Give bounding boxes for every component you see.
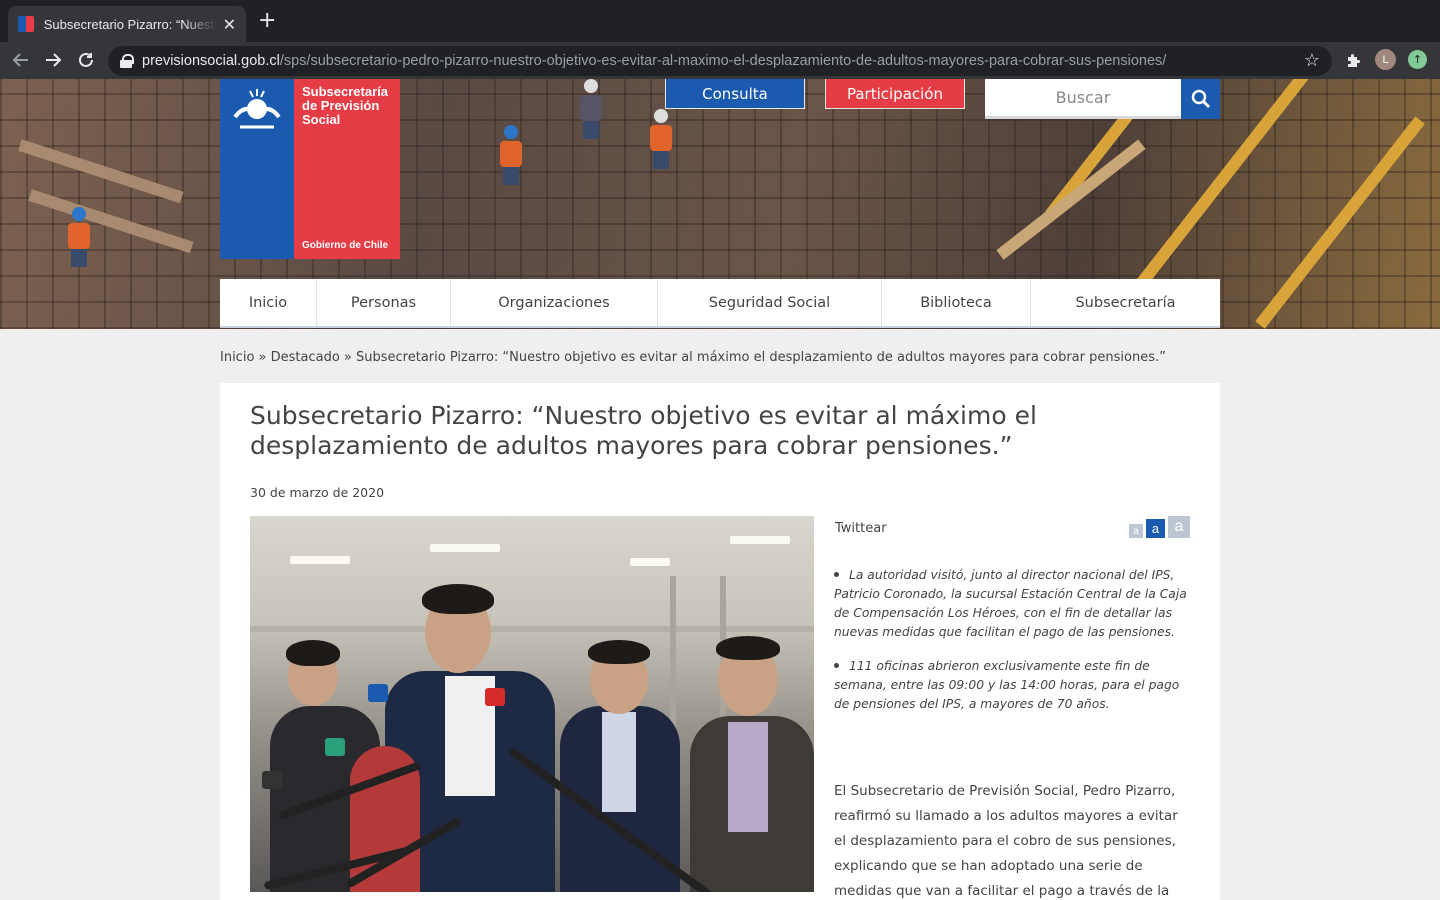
breadcrumb-section[interactable]: Destacado <box>271 350 340 365</box>
article-highlights: La autoridad visitó, junto al director n… <box>834 566 1190 729</box>
site-logo[interactable]: Subsecretaría de Previsión Social Gobier… <box>220 79 400 259</box>
article: Subsecretario Pizarro: “Nuestro objetivo… <box>220 383 1220 900</box>
logo-footer: Gobierno de Chile <box>302 240 389 251</box>
profile-avatar[interactable]: L <box>1375 49 1396 70</box>
new-tab-icon[interactable]: + <box>258 10 276 32</box>
back-icon[interactable] <box>8 47 34 73</box>
article-body: El Subsecretario de Previsión Social, Pe… <box>834 783 1178 899</box>
list-item: La autoridad visitó, junto al director n… <box>834 566 1190 642</box>
article-date: 30 de marzo de 2020 <box>250 485 385 500</box>
highlight-text: 111 oficinas abrieron exclusivamente est… <box>834 659 1180 711</box>
twittear-link[interactable]: Twittear <box>835 521 887 536</box>
address-bar[interactable]: previsionsocial.gob.cl/sps/subsecretario… <box>108 46 1332 76</box>
font-size-large-button[interactable]: a <box>1168 516 1190 538</box>
reload-icon[interactable] <box>73 47 99 73</box>
tab-title: Subsecretario Pizarro: “Nuestro objetivo… <box>43 16 217 32</box>
font-size-medium-button[interactable]: a <box>1146 519 1165 538</box>
nav-item-subsecretaria[interactable]: Subsecretaría <box>1031 279 1220 326</box>
breadcrumb-home[interactable]: Inicio <box>220 350 254 365</box>
article-photo <box>250 516 814 892</box>
breadcrumb-separator: » <box>339 350 357 365</box>
update-icon[interactable]: ↑ <box>1408 50 1427 69</box>
logo-title-line1: Subsecretaría <box>302 84 388 99</box>
main-nav: Inicio Personas Organizaciones Seguridad… <box>220 279 1220 328</box>
nav-item-organizaciones[interactable]: Organizaciones <box>451 279 658 326</box>
logo-title-line3: Social <box>302 112 341 127</box>
nav-item-biblioteca[interactable]: Biblioteca <box>882 279 1031 326</box>
browser-tab-bar: Subsecretario Pizarro: “Nuestro objetivo… <box>0 0 1440 42</box>
search-button[interactable] <box>1181 79 1220 119</box>
font-size-small-button[interactable]: a <box>1129 524 1143 538</box>
lock-icon <box>120 54 134 68</box>
extensions-icon[interactable] <box>1343 51 1363 71</box>
bookmark-star-icon[interactable]: ☆ <box>1304 50 1320 71</box>
close-tab-icon[interactable]: ✕ <box>223 15 236 34</box>
logo-title-line2: de Previsión <box>302 98 380 113</box>
breadcrumb: Inicio » Destacado » Subsecretario Pizar… <box>220 350 1166 365</box>
list-item: 111 oficinas abrieron exclusivamente est… <box>834 657 1190 714</box>
breadcrumb-current: Subsecretario Pizarro: “Nuestro objetivo… <box>356 350 1166 365</box>
forward-icon[interactable] <box>40 47 66 73</box>
browser-toolbar: previsionsocial.gob.cl/sps/subsecretario… <box>0 42 1440 79</box>
browser-tab[interactable]: Subsecretario Pizarro: “Nuestro objetivo… <box>8 6 246 42</box>
search-input[interactable] <box>993 88 1173 107</box>
article-title: Subsecretario Pizarro: “Nuestro objetivo… <box>250 401 1037 460</box>
coat-of-arms-icon <box>233 89 281 129</box>
url-path: /sps/subsecretario-pedro-pizarro-nuestro… <box>279 53 1167 69</box>
highlight-text: La autoridad visitó, junto al director n… <box>834 568 1187 639</box>
favicon-icon <box>18 16 34 32</box>
nav-item-inicio[interactable]: Inicio <box>220 279 317 326</box>
nav-item-seguridad-social[interactable]: Seguridad Social <box>658 279 882 326</box>
participacion-button[interactable]: Participación <box>825 79 965 109</box>
font-size-controls: a a a <box>1129 516 1190 538</box>
search-icon <box>1191 89 1210 108</box>
consulta-button[interactable]: Consulta <box>665 79 805 109</box>
breadcrumb-separator: » <box>254 350 271 365</box>
url-host: previsionsocial.gob.cl <box>142 53 280 69</box>
nav-item-personas[interactable]: Personas <box>317 279 451 326</box>
search-box <box>985 79 1181 119</box>
